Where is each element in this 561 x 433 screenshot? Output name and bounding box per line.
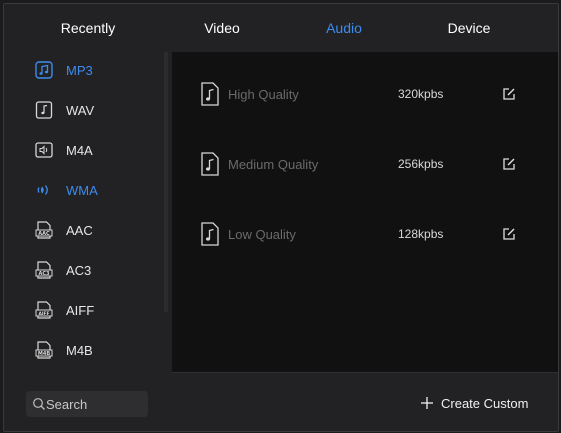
search-input[interactable] [46,391,146,417]
quality-label: Low Quality [228,227,296,242]
quality-label: Medium Quality [228,157,319,172]
tab-device[interactable]: Device [414,4,524,52]
sidebar-scrollbar[interactable] [164,52,168,312]
search-box [26,391,148,417]
bitrate-value: 128kpbs [398,227,444,241]
dialog-footer: Create Custom [172,372,558,431]
sidebar-item-label: WAV [66,102,95,118]
quality-list: High Quality 320kpbs Medium Quality 256k… [172,52,558,372]
quality-row-low[interactable]: Low Quality 128kpbs [172,218,558,254]
sidebar-item-label: WMA [66,182,98,198]
aac-file-icon: AAC [35,221,53,239]
m4a-file-icon [35,141,53,159]
ac3-file-icon: AC3 [35,261,53,279]
create-custom-button[interactable]: Create Custom [420,393,528,413]
aiff-file-icon: AIFF [35,301,53,319]
svg-text:AC3: AC3 [38,271,50,277]
sidebar-item-label: AIFF [66,302,95,318]
sidebar-item-label: M4A [66,142,93,158]
quality-row-medium[interactable]: Medium Quality 256kpbs [172,148,558,184]
sidebar-item-label: AC3 [66,262,92,278]
wma-speaker-icon [35,181,53,199]
bitrate-value: 320kpbs [398,87,444,101]
format-tabs: Recently Video Audio Device [4,4,558,52]
edit-icon[interactable] [502,157,516,171]
svg-text:M4B: M4B [38,351,50,357]
sidebar-item-wav[interactable]: WAV [4,90,164,130]
format-list[interactable]: MP3 WAV M4A WMA AAC AAC AC3 AC3 AIFF AIF… [4,52,164,372]
svg-text:AAC: AAC [38,231,50,237]
edit-icon[interactable] [502,227,516,241]
search-icon [32,397,46,411]
sidebar-item-label: M4B [66,342,93,358]
wav-file-icon [35,101,53,119]
sidebar-item-m4b[interactable]: M4B M4B [4,330,164,370]
sidebar-item-aiff[interactable]: AIFF AIFF [4,290,164,330]
plus-icon [420,396,434,410]
sidebar-item-wma[interactable]: WMA [4,170,164,210]
sidebar-item-ac3[interactable]: AC3 AC3 [4,250,164,290]
sidebar-item-aac[interactable]: AAC AAC [4,210,164,250]
svg-text:AIFF: AIFF [38,311,49,317]
edit-icon[interactable] [502,87,516,101]
music-note-icon [35,61,53,79]
audio-file-icon [200,152,220,176]
m4b-file-icon: M4B [35,341,53,359]
format-dialog: Recently Video Audio Device MP3 WAV M4A … [3,3,559,432]
sidebar-item-label: MP3 [66,62,93,78]
tab-video[interactable]: Video [172,4,272,52]
tab-audio[interactable]: Audio [294,4,394,52]
quality-row-high[interactable]: High Quality 320kpbs [172,78,558,114]
sidebar-item-label: AAC [66,222,93,238]
audio-file-icon [200,222,220,246]
bitrate-value: 256kpbs [398,157,444,171]
quality-label: High Quality [228,87,299,102]
sidebar-item-mp3[interactable]: MP3 [4,52,164,90]
tab-recently[interactable]: Recently [4,4,172,52]
create-custom-label: Create Custom [441,395,529,411]
audio-file-icon [200,82,220,106]
sidebar-item-m4a[interactable]: M4A [4,130,164,170]
format-sidebar: MP3 WAV M4A WMA AAC AAC AC3 AC3 AIFF AIF… [4,52,172,431]
